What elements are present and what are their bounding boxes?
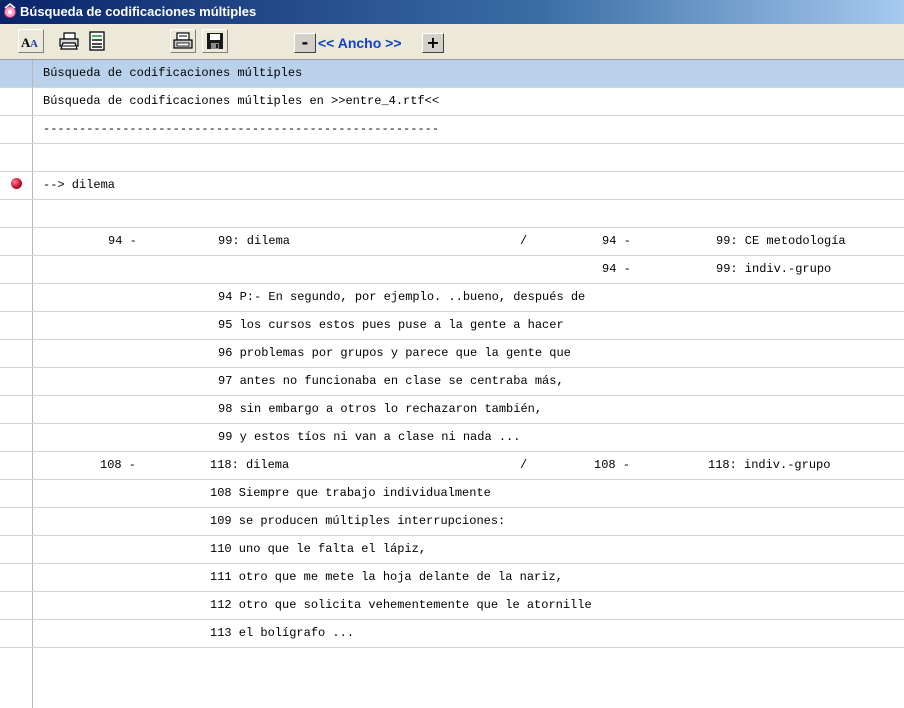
- table-row[interactable]: 108 Siempre que trabajo individualmente: [0, 480, 904, 508]
- header-row[interactable]: Búsqueda de codificaciones múltiples: [0, 60, 904, 88]
- quote-line: 95 los cursos estos pues puse a la gente…: [218, 318, 564, 332]
- table-row[interactable]: 109 se producen múltiples interrupciones…: [0, 508, 904, 536]
- row-gutter: [0, 424, 33, 451]
- quote-line: 113 el bolígrafo ...: [210, 626, 355, 640]
- row-gutter: [0, 200, 33, 227]
- table-row[interactable]: 98 sin embargo a otros lo rechazaron tam…: [0, 396, 904, 424]
- overlap-end-code: 99: indiv.-grupo: [716, 262, 832, 276]
- export-printer-icon: [173, 32, 193, 50]
- table-row[interactable]: 111 otro que me mete la hoja delante de …: [0, 564, 904, 592]
- range-end-code: 99: dilema: [218, 234, 291, 248]
- width-label: << Ancho >>: [318, 35, 402, 51]
- row-gutter: [0, 88, 33, 115]
- font-size-icon: A A: [21, 33, 41, 49]
- svg-text:A: A: [30, 38, 38, 49]
- decrease-width-button[interactable]: -: [294, 33, 316, 53]
- save-button[interactable]: [202, 29, 228, 53]
- table-row[interactable]: ----------------------------------------…: [0, 116, 904, 144]
- table-row[interactable]: 94 P:- En segundo, por ejemplo. ..bueno,…: [0, 284, 904, 312]
- code-name: --> dilema: [43, 178, 116, 192]
- table-row[interactable]: [0, 144, 904, 172]
- table-row[interactable]: 112 otro que solicita vehementemente que…: [0, 592, 904, 620]
- row-gutter: [0, 620, 33, 647]
- table-row[interactable]: Búsqueda de codificaciones múltiples en …: [0, 88, 904, 116]
- table-row[interactable]: 108 - 118: dilema / 108 - 118: indiv.-gr…: [0, 452, 904, 480]
- quote-line: 109 se producen múltiples interrupciones…: [210, 514, 506, 528]
- quote-line: 110 uno que le falta el lápiz,: [210, 542, 427, 556]
- quote-line: 98 sin embargo a otros lo rechazaron tam…: [218, 402, 543, 416]
- app-icon: [2, 3, 18, 19]
- row-gutter: [0, 144, 33, 171]
- row-gutter: [0, 508, 33, 535]
- table-row[interactable]: 113 el bolígrafo ...: [0, 620, 904, 648]
- row-gutter: [0, 648, 33, 708]
- print-button[interactable]: [56, 29, 82, 53]
- quote-line: 108 Siempre que trabajo individualmente: [210, 486, 491, 500]
- results-grid[interactable]: Búsqueda de codificaciones múltiples Bús…: [0, 60, 904, 708]
- table-row[interactable]: 110 uno que le falta el lápiz,: [0, 536, 904, 564]
- table-row[interactable]: 96 problemas por grupos y parece que la …: [0, 340, 904, 368]
- bullet-marker-icon: [11, 178, 22, 189]
- row-gutter: [0, 60, 33, 87]
- separator-text: ----------------------------------------…: [43, 122, 440, 136]
- row-gutter: [0, 396, 33, 423]
- printer-icon: [58, 31, 80, 51]
- table-row[interactable]: 95 los cursos estos pues puse a la gente…: [0, 312, 904, 340]
- overlap-start: 108 -: [594, 458, 631, 472]
- floppy-disk-icon: [206, 32, 224, 50]
- row-gutter: [0, 536, 33, 563]
- print-preview-button[interactable]: [84, 29, 110, 53]
- overlap-start: 94 -: [602, 234, 631, 248]
- row-gutter: [0, 592, 33, 619]
- quote-line: 94 P:- En segundo, por ejemplo. ..bueno,…: [218, 290, 586, 304]
- font-button[interactable]: A A: [18, 29, 44, 53]
- row-gutter: [0, 172, 33, 199]
- row-gutter: [0, 116, 33, 143]
- empty-area[interactable]: [0, 648, 904, 708]
- overlap-end-code: 99: CE metodología: [716, 234, 846, 248]
- row-gutter: [0, 256, 33, 283]
- quote-line: 96 problemas por grupos y parece que la …: [218, 346, 571, 360]
- window-title: Búsqueda de codificaciones múltiples: [20, 4, 257, 19]
- row-text: Búsqueda de codificaciones múltiples en …: [43, 94, 440, 108]
- header-cell: Búsqueda de codificaciones múltiples: [43, 66, 303, 80]
- row-gutter: [0, 284, 33, 311]
- row-gutter: [0, 564, 33, 591]
- quote-line: 97 antes no funcionaba en clase se centr…: [218, 374, 564, 388]
- range-start: 108 -: [100, 458, 137, 472]
- row-gutter: [0, 368, 33, 395]
- export-button[interactable]: [170, 29, 196, 53]
- table-row[interactable]: --> dilema: [0, 172, 904, 200]
- table-row[interactable]: 99 y estos tíos ni van a clase ni nada .…: [0, 424, 904, 452]
- table-row[interactable]: 94 - 99: dilema / 94 - 99: CE metodologí…: [0, 228, 904, 256]
- range-separator: /: [520, 234, 528, 248]
- increase-width-button[interactable]: +: [422, 33, 444, 53]
- document-lines-icon: [87, 31, 107, 51]
- quote-line: 111 otro que me mete la hoja delante de …: [210, 570, 563, 584]
- overlap-start: 94 -: [602, 262, 631, 276]
- toolbar: A A - << Ancho >> +: [0, 24, 904, 60]
- overlap-end-code: 118: indiv.-grupo: [708, 458, 831, 472]
- range-separator: /: [520, 458, 528, 472]
- row-gutter: [0, 340, 33, 367]
- row-gutter: [0, 228, 33, 255]
- row-gutter: [0, 452, 33, 479]
- quote-line: 112 otro que solicita vehementemente que…: [210, 598, 592, 612]
- title-bar[interactable]: Búsqueda de codificaciones múltiples: [0, 0, 904, 24]
- row-gutter: [0, 312, 33, 339]
- quote-line: 99 y estos tíos ni van a clase ni nada .…: [218, 430, 521, 444]
- row-gutter: [0, 480, 33, 507]
- range-start: 94 -: [108, 234, 137, 248]
- table-row[interactable]: [0, 200, 904, 228]
- table-row[interactable]: 97 antes no funcionaba en clase se centr…: [0, 368, 904, 396]
- range-end-code: 118: dilema: [210, 458, 290, 472]
- table-row[interactable]: 94 - 99: indiv.-grupo: [0, 256, 904, 284]
